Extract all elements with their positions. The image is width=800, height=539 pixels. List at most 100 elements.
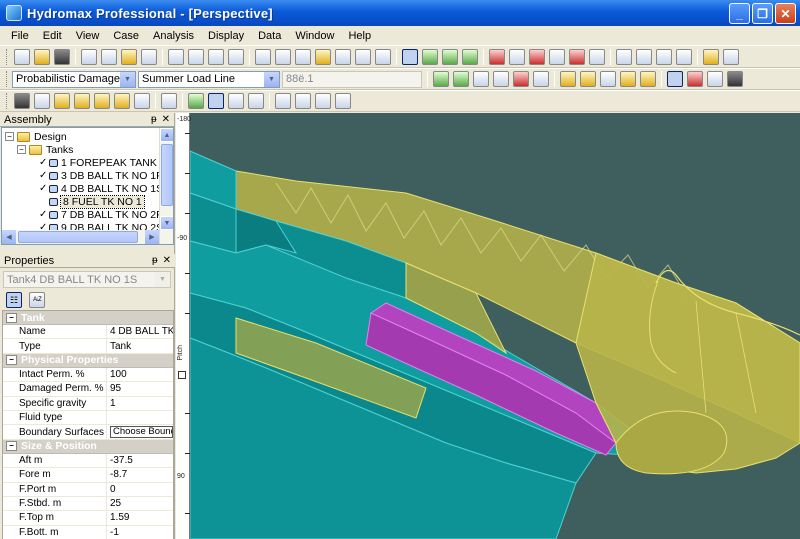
open-folder-icon[interactable] [34,48,50,65]
save-icon[interactable] [54,48,70,65]
property-value[interactable]: 1 [107,397,173,410]
scroll-right-icon[interactable]: ▶ [145,230,159,244]
graph-options-icon[interactable] [723,48,739,65]
property-row[interactable]: F.Stbd. m 25 [3,496,173,512]
damaged-tank-icon[interactable] [687,71,703,87]
property-value[interactable]: -8.7 [107,468,173,481]
visible-check-icon[interactable]: ✓ [39,170,48,181]
run-analysis-icon[interactable] [433,71,449,87]
close-button[interactable]: ✕ [775,3,796,24]
table-view-icon[interactable] [168,48,184,65]
property-value[interactable]: 0 [107,483,173,496]
alphabetical-icon[interactable]: A↓Z [29,292,45,308]
checklist-icon[interactable] [636,48,652,65]
hull-shape-icon[interactable] [560,71,576,87]
property-row[interactable]: Type Tank [3,339,173,354]
property-value[interactable]: Tank [107,339,173,352]
tree-vertical-scrollbar[interactable]: ▲ ▼ [159,128,173,244]
copy-icon[interactable] [101,48,117,65]
property-value[interactable]: 1.59 [107,511,173,524]
sheet-icon[interactable] [228,48,244,65]
loadcase-icon[interactable] [549,48,565,65]
tree-horizontal-scrollbar[interactable]: ◀ ▶ [2,230,159,244]
list-view-icon[interactable] [188,48,204,65]
window-icon[interactable] [616,48,632,65]
collapse-icon[interactable]: − [17,145,26,154]
category-tank[interactable]: − Tank [3,311,173,325]
property-row[interactable]: Fore m -8.7 [3,468,173,483]
grid-fine-icon[interactable] [208,93,224,109]
scroll-thumb[interactable] [161,144,173,206]
category-size-position[interactable]: − Size & Position [3,439,173,454]
dashes-icon[interactable] [161,93,177,109]
property-row[interactable]: F.Bott. m -1 [3,525,173,539]
compartment-icon[interactable] [489,48,505,65]
menu-case[interactable]: Case [106,30,146,42]
zoom-in-icon[interactable] [255,48,271,65]
toolbar-grip[interactable] [6,48,9,65]
scroll-left-icon[interactable]: ◀ [2,230,16,244]
hull-outline-icon[interactable] [275,93,291,109]
play-icon[interactable] [453,71,469,87]
menu-view[interactable]: View [69,30,107,42]
property-value[interactable]: -1 [107,526,173,539]
grid-icon[interactable] [188,93,204,109]
grid-view-icon[interactable] [208,48,224,65]
chevron-down-icon[interactable]: ▼ [120,71,135,87]
menu-edit[interactable]: Edit [36,30,69,42]
property-row[interactable]: F.Port m0 [3,482,173,497]
property-object-select[interactable]: Tank4 DB BALL TK NO 1S ▼ [3,271,171,288]
assembly-tree[interactable]: − Design − Tanks ✓ 1 FOREPEAK TANK ✓ 3 D… [1,127,174,245]
property-row[interactable]: Boundary SurfacesChoose Boundaries [3,425,173,440]
zoom-out-icon[interactable] [275,48,291,65]
diagonal-icon[interactable] [462,48,478,65]
analysis-options-icon[interactable] [533,71,549,87]
tree-item-tank-selected[interactable]: 8 FUEL TK NO 1 [5,194,173,209]
chevron-down-icon[interactable]: ▼ [264,71,279,87]
menu-window[interactable]: Window [288,30,341,42]
menu-file[interactable]: File [4,30,36,42]
menu-data[interactable]: Data [251,30,288,42]
circle-icon[interactable] [295,93,311,109]
property-row[interactable]: Name4 DB BALL TK NO 1S [3,325,173,340]
pan-icon[interactable] [355,48,371,65]
visible-check-icon[interactable]: ✓ [39,209,48,220]
visible-check-icon[interactable]: ✓ [39,183,48,194]
collapse-icon[interactable]: − [6,441,17,452]
pause-icon[interactable] [473,71,489,87]
light-icon[interactable] [94,93,110,109]
restore-button[interactable]: ❐ [752,3,773,24]
property-row[interactable]: F.Top m 1.59 [3,511,173,526]
close-icon[interactable]: ✕ [162,114,170,125]
colour-options-icon[interactable] [134,93,150,109]
property-row[interactable]: Aft m -37.5 [3,453,173,469]
print-icon[interactable] [141,48,157,65]
collapse-icon[interactable]: − [6,312,17,323]
zoom-fit-icon[interactable] [295,48,311,65]
paste-icon[interactable] [121,48,137,65]
collapse-icon[interactable]: − [6,355,17,366]
new-file-icon[interactable] [14,48,30,65]
choose-boundaries-button[interactable]: Choose Boundaries [110,426,173,439]
wireframe-icon[interactable] [34,93,50,109]
record-icon[interactable] [513,71,529,87]
loadline-select[interactable]: Summer Load Line ▼ [138,70,280,88]
margin-line-icon[interactable] [589,48,605,65]
chevron-down-icon[interactable]: ▼ [155,272,170,287]
property-value[interactable]: -37.5 [107,454,173,467]
toolbar-grip[interactable] [6,71,9,87]
tree-item-tank[interactable]: ✓ 3 DB BALL TK NO 1P [5,169,173,182]
scroll-down-icon[interactable]: ▼ [160,216,173,230]
tree-item-tank[interactable]: ✓ 4 DB BALL TK NO 1S [5,182,173,195]
hull-3d-view[interactable] [176,113,800,539]
toolbar-grip[interactable] [6,93,9,109]
scroll-thumb[interactable] [18,231,138,243]
tree-item-design[interactable]: − Design [5,130,173,143]
perspective-viewport[interactable]: -180 -90 Pitch 90 [176,113,800,539]
grid-options-icon[interactable] [248,93,264,109]
intact-tank-icon[interactable] [667,71,683,87]
trim-icon[interactable] [600,71,616,87]
critical-points-icon[interactable] [569,48,585,65]
tank-outline-icon[interactable] [707,71,723,87]
arrow-left-icon[interactable] [74,93,90,109]
